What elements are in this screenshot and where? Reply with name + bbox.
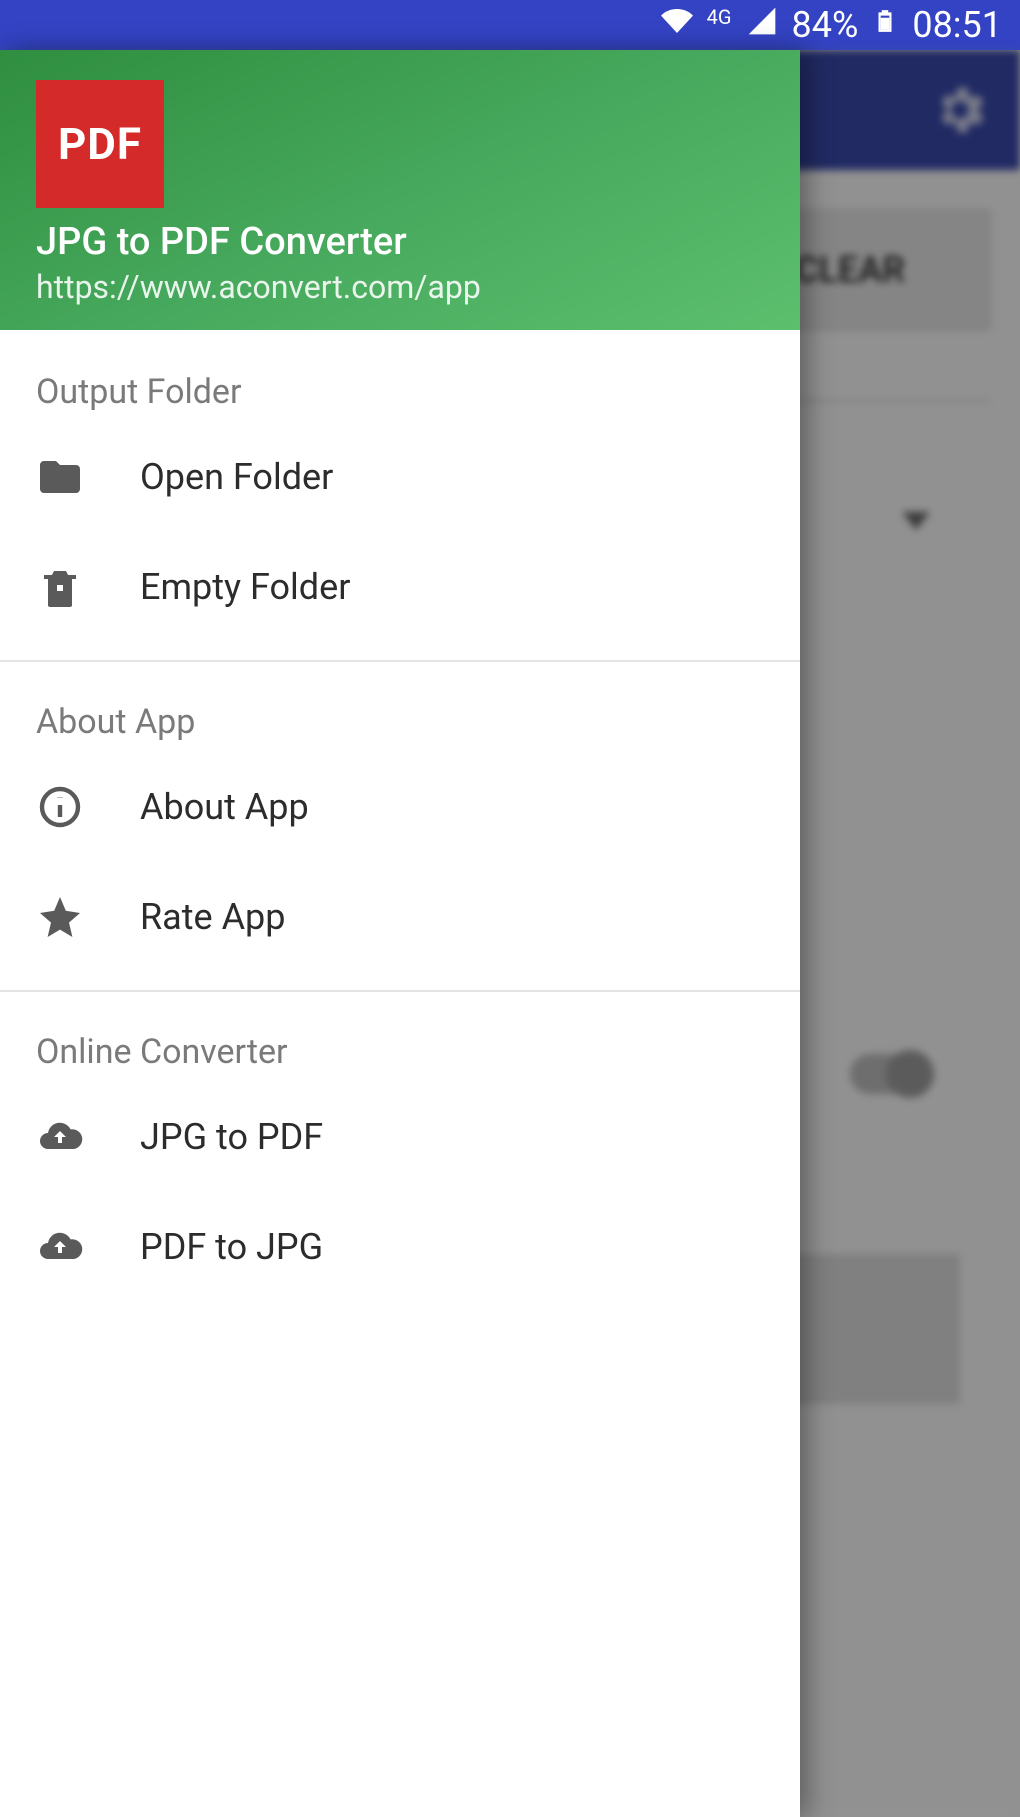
star-icon (36, 893, 84, 941)
drawer-item-label: PDF to JPG (140, 1226, 323, 1268)
trash-icon (36, 563, 84, 611)
section-header-online: Online Converter (0, 1010, 800, 1082)
battery-pct: 84% (792, 4, 859, 46)
wifi-icon (661, 4, 693, 46)
drawer-item-open-folder[interactable]: Open Folder (0, 422, 800, 532)
battery-icon (872, 2, 898, 49)
section-header-about: About App (0, 680, 800, 752)
network-type: 4G (707, 5, 732, 29)
section-header-output: Output Folder (0, 350, 800, 422)
drawer-item-label: About App (140, 786, 309, 828)
cloud-upload-icon (36, 1223, 84, 1271)
drawer-item-jpg-to-pdf[interactable]: JPG to PDF (0, 1082, 800, 1192)
drawer-header: PDF JPG to PDF Converter https://www.aco… (0, 50, 800, 330)
app-logo-text: PDF (58, 118, 142, 170)
drawer-item-rate-app[interactable]: Rate App (0, 862, 800, 972)
navigation-drawer: PDF JPG to PDF Converter https://www.aco… (0, 50, 800, 1817)
app-url: https://www.aconvert.com/app (36, 268, 764, 306)
folder-icon (36, 453, 84, 501)
drawer-body: Output Folder Open Folder Empty Folder A… (0, 330, 800, 1817)
drawer-item-label: JPG to PDF (140, 1116, 323, 1158)
screen: 4G 84% 08:51 CLEAR (0, 0, 1020, 1817)
app-title: JPG to PDF Converter (36, 220, 764, 264)
drawer-item-about-app[interactable]: About App (0, 752, 800, 862)
drawer-item-label: Rate App (140, 896, 285, 938)
drawer-divider (0, 660, 800, 662)
clock: 08:51 (912, 4, 1002, 46)
drawer-item-pdf-to-jpg[interactable]: PDF to JPG (0, 1192, 800, 1302)
cloud-upload-icon (36, 1113, 84, 1161)
signal-icon (746, 4, 778, 46)
status-bar: 4G 84% 08:51 (0, 0, 1020, 50)
app-logo: PDF (36, 80, 164, 208)
info-icon (36, 783, 84, 831)
drawer-divider (0, 990, 800, 992)
drawer-item-label: Open Folder (140, 456, 333, 498)
drawer-item-empty-folder[interactable]: Empty Folder (0, 532, 800, 642)
drawer-item-label: Empty Folder (140, 566, 350, 608)
